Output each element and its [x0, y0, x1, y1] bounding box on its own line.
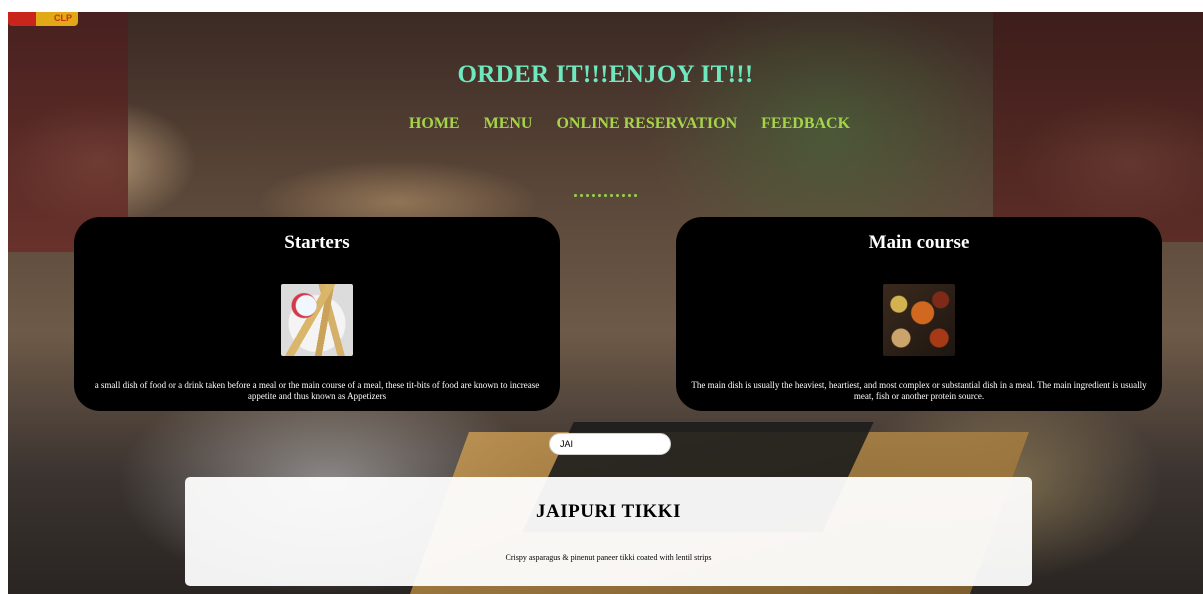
result-description: Crispy asparagus & pinenut paneer tikki …	[505, 553, 712, 562]
nav-feedback[interactable]: FEEDBACK	[761, 115, 850, 133]
main-course-description: The main dish is usually the heaviest, h…	[691, 380, 1147, 401]
main-course-title: Main course	[868, 232, 970, 253]
logo-text: CLP	[54, 13, 72, 23]
search-input[interactable]	[549, 433, 671, 455]
starters-description: a small dish of food or a drink taken be…	[94, 380, 540, 401]
site-logo[interactable]: CLP	[8, 12, 78, 26]
decorative-dots	[574, 194, 637, 197]
search-result-panel: JAIPURI TIKKI Crispy asparagus & pinenut…	[185, 477, 1032, 586]
main-nav: HOME MENU ONLINE RESERVATION FEEDBACK	[32, 115, 1203, 133]
result-title: JAIPURI TIKKI	[536, 501, 681, 522]
site-title: ORDER IT!!!ENJOY IT!!!	[457, 61, 754, 88]
nav-menu[interactable]: MENU	[484, 115, 533, 133]
main-course-card[interactable]: Main course The main dish is usually the…	[676, 217, 1162, 411]
starters-card[interactable]: Starters a small dish of food or a drink…	[74, 217, 560, 411]
starters-title: Starters	[284, 232, 350, 253]
page-background: CLP ORDER IT!!!ENJOY IT!!! HOME MENU ONL…	[8, 12, 1203, 594]
starters-image	[281, 284, 353, 356]
nav-home[interactable]: HOME	[409, 115, 460, 133]
nav-online-reservation[interactable]: ONLINE RESERVATION	[556, 115, 737, 133]
main-course-image	[883, 284, 955, 356]
